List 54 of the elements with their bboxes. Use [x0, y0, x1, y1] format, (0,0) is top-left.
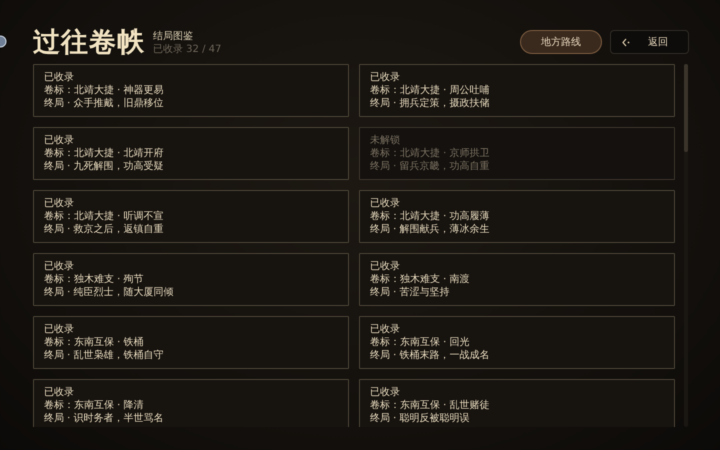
- back-arrow-icon: [621, 38, 630, 46]
- ending-card[interactable]: 已收录 卷标：东南互保 · 降清 终局 · 识时务者，半世骂名: [33, 379, 349, 427]
- ending-card[interactable]: 已收录 卷标：独木难支 · 殉节 终局 · 纯臣烈士，随大厦同倾: [33, 253, 349, 306]
- status-label: 已收录: [370, 323, 401, 336]
- ending-text: 终局 · 识时务者，半世骂名: [44, 412, 165, 425]
- subtitle: 结局图鉴: [153, 31, 194, 43]
- ending-card[interactable]: 已收录 卷标：北靖大捷 · 北靖开府 终局 · 九死解围，功高受疑: [33, 127, 349, 180]
- ending-text: 终局 · 拥兵定策，摄政扶储: [370, 97, 491, 110]
- status-label: 已收录: [370, 260, 401, 273]
- page-title: 过往卷帙: [33, 28, 145, 56]
- status-label: 已收录: [44, 197, 75, 210]
- ending-card[interactable]: 已收录 卷标：北靖大捷 · 功高履薄 终局 · 解围献兵，薄冰余生: [359, 190, 675, 243]
- ending-text: 终局 · 苦涩与坚持: [370, 286, 451, 299]
- progress-count: 已收录 32 / 47: [153, 43, 222, 57]
- volume-label: 卷标：东南互保 · 回光: [370, 336, 471, 349]
- volume-label: 卷标：北靖大捷 · 听调不宣: [44, 210, 165, 223]
- status-label: 已收录: [370, 386, 401, 399]
- ending-text: 终局 · 纯臣烈士，随大厦同倾: [44, 286, 175, 299]
- status-label: 已收录: [44, 71, 75, 84]
- volume-label: 卷标：北靖大捷 · 周公吐哺: [370, 84, 491, 97]
- status-label: 已收录: [44, 134, 75, 147]
- ending-text: 终局 · 解围献兵，薄冰余生: [370, 223, 491, 236]
- volume-label: 卷标：北靖大捷 · 京师拱卫: [370, 147, 491, 160]
- ending-text: 终局 · 留兵京畿，功高自重: [370, 160, 491, 173]
- ending-text: 终局 · 众手推戴，旧鼎移位: [44, 97, 165, 110]
- status-label: 已收录: [370, 71, 401, 84]
- status-label: 已收录: [44, 323, 75, 336]
- route-button[interactable]: 地方路线: [520, 30, 602, 54]
- volume-label: 卷标：北靖大捷 · 北靖开府: [44, 147, 165, 160]
- ending-card[interactable]: 已收录 卷标：东南互保 · 回光 终局 · 铁桶末路，一战成名: [359, 316, 675, 369]
- ending-card[interactable]: 已收录 卷标：北靖大捷 · 听调不宣 终局 · 救京之后，返镇自重: [33, 190, 349, 243]
- ending-text: 终局 · 聪明反被聪明误: [370, 412, 471, 425]
- volume-label: 卷标：北靖大捷 · 功高履薄: [370, 210, 491, 223]
- status-label: 已收录: [370, 197, 401, 210]
- volume-label: 卷标：独木难支 · 殉节: [44, 273, 145, 286]
- ending-card[interactable]: 已收录 卷标：东南互保 · 乱世赌徒 终局 · 聪明反被聪明误: [359, 379, 675, 427]
- ending-text: 终局 · 九死解围，功高受疑: [44, 160, 165, 173]
- volume-label: 卷标：北靖大捷 · 神器更易: [44, 84, 165, 97]
- ending-card[interactable]: 未解锁 卷标：北靖大捷 · 京师拱卫 终局 · 留兵京畿，功高自重: [359, 127, 675, 180]
- ending-card[interactable]: 已收录 卷标：北靖大捷 · 周公吐哺 终局 · 拥兵定策，摄政扶储: [359, 64, 675, 117]
- ending-card[interactable]: 已收录 卷标：北靖大捷 · 神器更易 终局 · 众手推戴，旧鼎移位: [33, 64, 349, 117]
- ending-card[interactable]: 已收录 卷标：东南互保 · 铁桶 终局 · 乱世枭雄，铁桶自守: [33, 316, 349, 369]
- status-label: 已收录: [44, 260, 75, 273]
- volume-label: 卷标：东南互保 · 乱世赌徒: [370, 399, 491, 412]
- volume-label: 卷标：东南互保 · 铁桶: [44, 336, 145, 349]
- status-label: 已收录: [44, 386, 75, 399]
- back-button[interactable]: 返回: [610, 30, 689, 54]
- ending-text: 终局 · 铁桶末路，一战成名: [370, 349, 491, 362]
- status-label: 未解锁: [370, 134, 401, 147]
- ending-text: 终局 · 救京之后，返镇自重: [44, 223, 165, 236]
- ending-card[interactable]: 已收录 卷标：独木难支 · 南渡 终局 · 苦涩与坚持: [359, 253, 675, 306]
- volume-label: 卷标：独木难支 · 南渡: [370, 273, 471, 286]
- ending-text: 终局 · 乱世枭雄，铁桶自守: [44, 349, 165, 362]
- volume-label: 卷标：东南互保 · 降清: [44, 399, 145, 412]
